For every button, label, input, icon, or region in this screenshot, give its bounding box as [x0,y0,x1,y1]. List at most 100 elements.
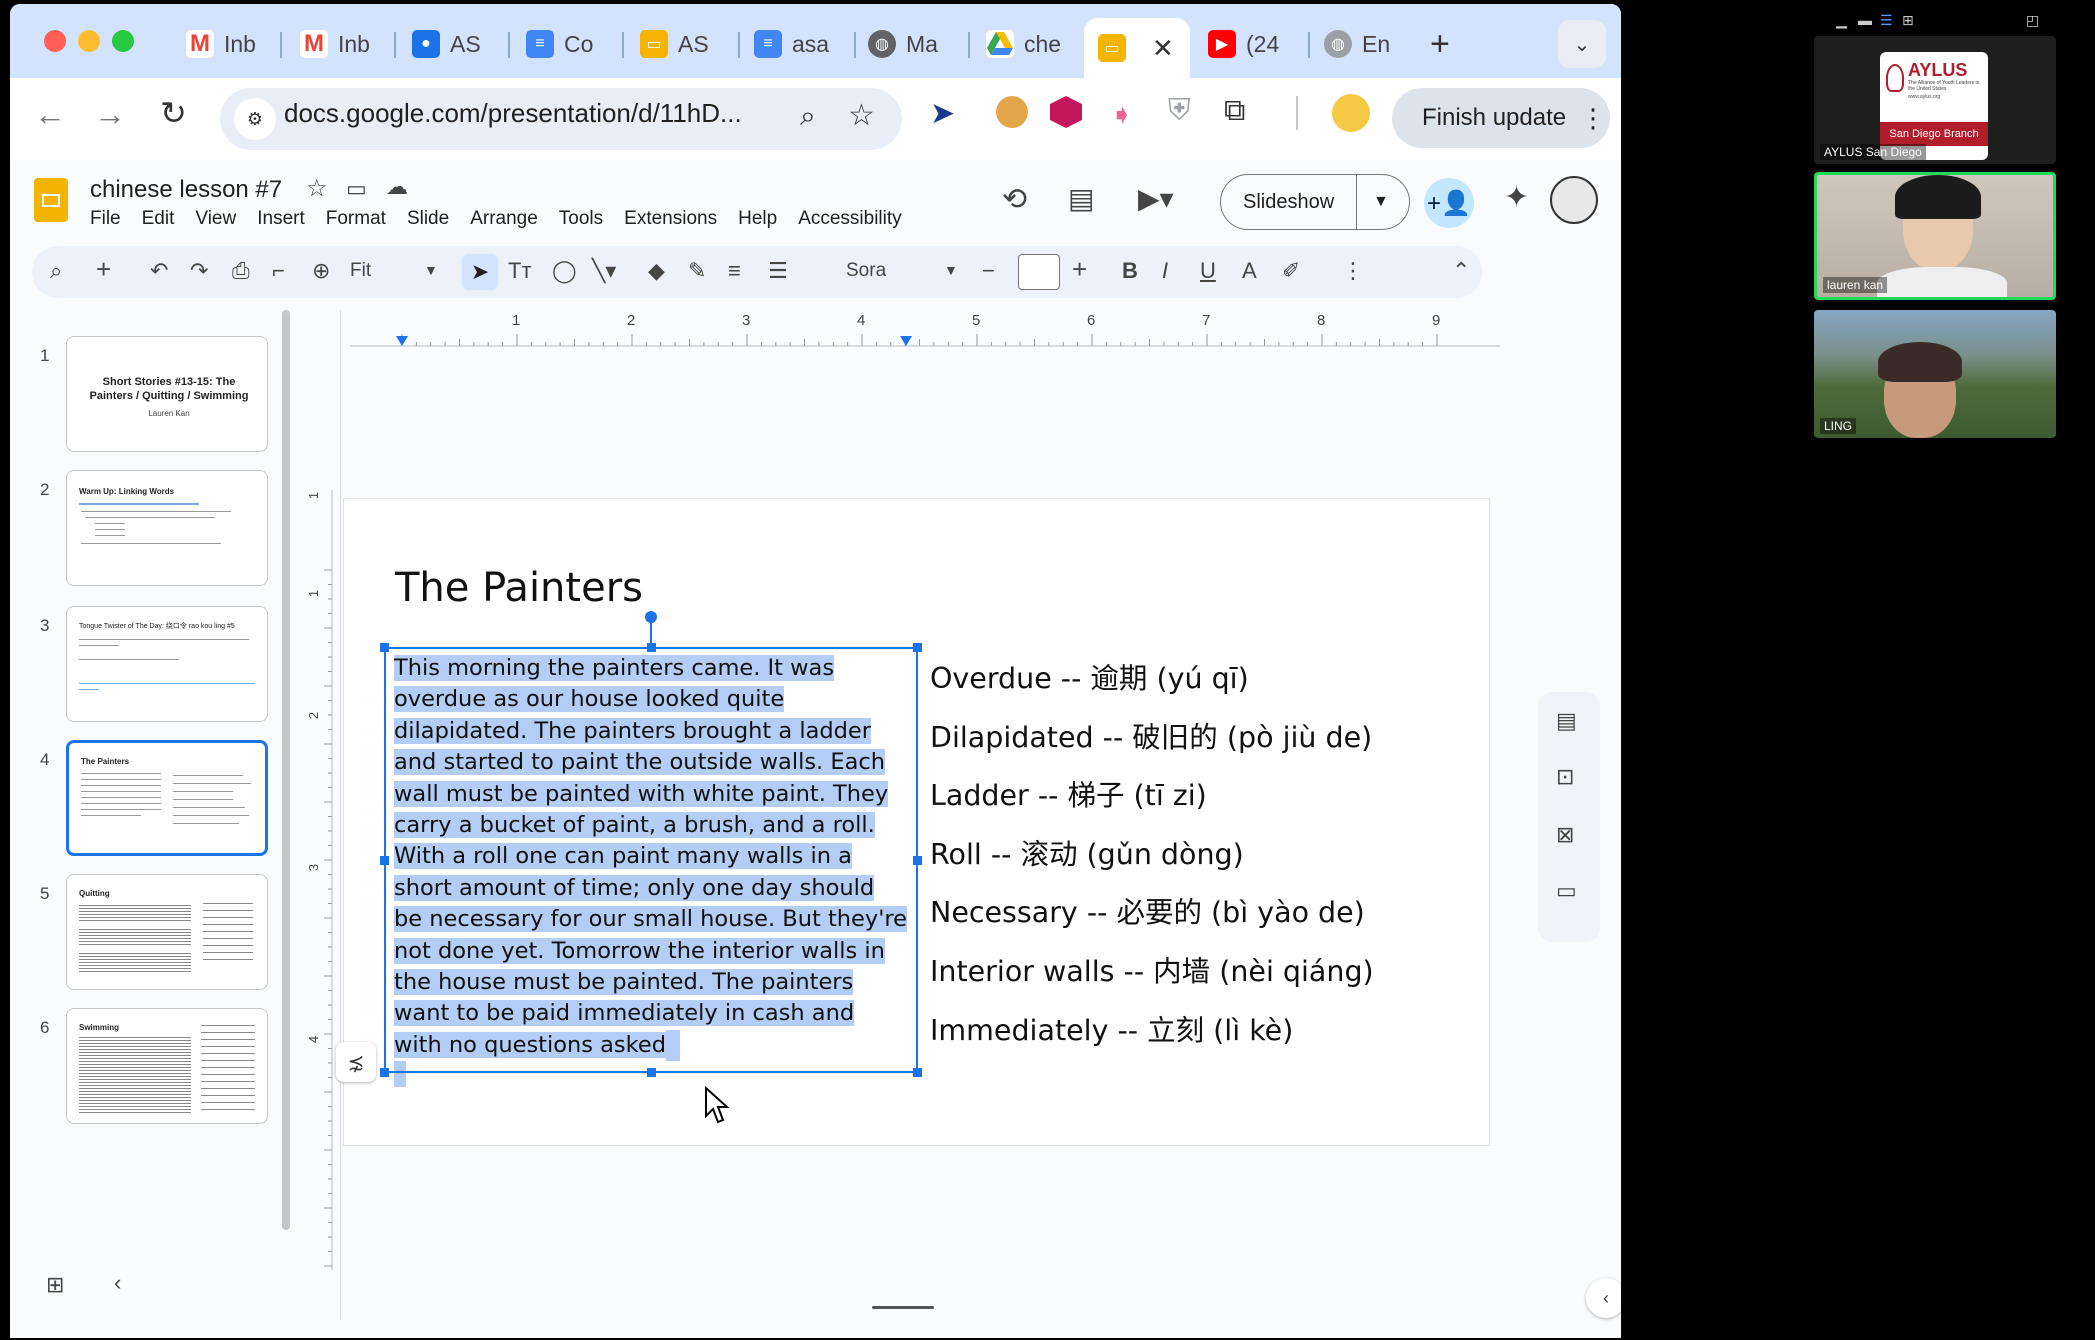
line-icon[interactable]: ╲▾ [592,258,616,284]
print-icon[interactable]: ⎙ [232,258,250,284]
speaker-view-icon[interactable]: ▬ [1858,12,1872,28]
tab-youtube[interactable]: ▶ (24 [1208,18,1279,70]
italic-icon[interactable]: I [1162,258,1168,284]
underline-icon[interactable]: U [1200,258,1216,284]
text-box-icon[interactable]: Tт [508,258,532,284]
tab-globe-2[interactable]: ◍ En [1324,18,1390,70]
menu-tools[interactable]: Tools [559,208,603,230]
resize-handle[interactable] [380,643,389,652]
extensions-puzzle-icon[interactable]: ⧉ [1224,94,1245,128]
body-text-box[interactable]: This morning the painters came. It was o… [380,611,922,1088]
menu-edit[interactable]: Edit [142,208,175,230]
border-weight-icon[interactable]: ≡ [728,258,741,284]
slide-thumbnail-6[interactable]: Swimming [66,1008,268,1124]
zoom-icon[interactable]: ⊕ [312,258,330,284]
slide-thumbnail-2[interactable]: Warm Up: Linking Words [66,470,268,586]
slide-thumbnail-5[interactable]: Quitting [66,874,268,990]
menu-arrange[interactable]: Arrange [470,208,538,230]
tab-drive[interactable]: che [986,18,1061,70]
tab-contacts[interactable]: ● AS [412,18,481,70]
highlight-color-icon[interactable]: ✐ [1282,258,1300,284]
reload-icon[interactable]: ↻ [160,94,187,132]
menu-slide[interactable]: Slide [407,208,449,230]
bookmark-star-icon[interactable]: ☆ [848,98,875,133]
border-dash-icon[interactable]: ☰ [768,258,788,284]
finish-update-button[interactable]: Finish update ⋮ [1392,88,1610,148]
tab-globe-1[interactable]: ◍ Ma [868,18,938,70]
bottom-drag-handle[interactable] [872,1306,934,1309]
video-tile-lauren[interactable]: lauren kan [1814,172,2056,300]
version-history-icon[interactable]: ⟲ [1002,182,1027,217]
rotate-handle[interactable] [645,611,657,623]
show-side-panel-icon[interactable]: ‹ [1586,1278,1621,1318]
new-slide-icon[interactable]: + [96,254,111,285]
font-dropdown-icon[interactable]: ▼ [944,262,958,278]
image-search-icon[interactable]: ⊠ [1556,822,1574,848]
menu-extensions[interactable]: Extensions [624,208,717,230]
zoom-window-button[interactable] [112,30,134,52]
slideshow-dropdown-icon[interactable]: ▼ [1357,193,1389,211]
profile-avatar-icon[interactable] [1332,94,1370,132]
extension-shield-icon[interactable]: ⛨ [1168,94,1191,128]
star-icon[interactable]: ☆ [306,174,328,203]
zoom-dropdown-icon[interactable]: ▼ [424,262,438,278]
close-window-button[interactable] [44,30,66,52]
zoom-icon[interactable]: ⌕ [800,100,816,133]
resize-handle[interactable] [913,643,922,652]
slide-thumbnail-4[interactable]: The Painters [66,740,268,856]
resize-handle[interactable] [380,856,389,865]
more-options-icon[interactable]: ⋮ [1342,258,1364,284]
menu-format[interactable]: Format [326,208,386,230]
font-select[interactable]: Sora [846,260,886,282]
back-icon[interactable]: ← [34,96,66,133]
forward-icon[interactable]: → [94,96,126,133]
folder-icon[interactable]: ▭ [1556,878,1577,904]
explore-icon[interactable]: ⊡ [1556,764,1574,790]
site-info-icon[interactable]: ⚙ [234,98,276,140]
slide-thumbnail-1[interactable]: Short Stories #13-15: The Painters / Qui… [66,336,268,452]
collapse-filmstrip-icon[interactable]: ‹ [114,1270,121,1296]
increase-font-size-icon[interactable]: + [1072,254,1087,285]
select-cursor-icon[interactable]: ➤ [462,254,498,290]
gallery-view-icon[interactable]: ⊞ [1902,12,1914,29]
resize-handle[interactable] [913,1068,922,1077]
tab-search-icon[interactable]: ⌄ [1558,20,1606,68]
tab-gmail-1[interactable]: M Inb [186,18,256,70]
vocabulary-list[interactable]: Overdue -- 逾期 (yú qī) Dilapidated -- 破旧的… [930,659,1374,1069]
slide-canvas[interactable]: The Painters This morning the painters c… [343,498,1490,1146]
format-options-icon[interactable]: ⋨ [336,1042,376,1082]
image-shape-icon[interactable]: ◯ [552,258,577,284]
tab-docs-1[interactable]: ≡ Co [526,18,593,70]
slide-title[interactable]: The Painters [395,565,643,611]
tab-close-icon[interactable]: ✕ [1152,33,1174,64]
strip-view-icon[interactable]: ☰ [1880,12,1893,29]
filmstrip-scrollbar[interactable] [282,310,290,1230]
bold-icon[interactable]: B [1122,258,1138,284]
share-add-person-icon[interactable]: +👤 [1424,178,1474,228]
new-tab-icon[interactable]: + [1430,18,1450,70]
minimize-window-button[interactable] [78,30,100,52]
menu-view[interactable]: View [195,208,236,230]
extension-arrow-icon[interactable]: ➧ [1110,98,1133,131]
video-tile-aylus[interactable]: AYLUS The Alliance of Youth Leaders in t… [1814,36,2056,164]
resize-handle[interactable] [913,856,922,865]
comments-icon[interactable]: ▤ [1068,182,1094,215]
tab-slides-1[interactable]: ▭ AS [640,18,709,70]
resize-handle[interactable] [647,643,656,652]
extension-cookie-icon[interactable] [996,96,1028,128]
collapse-toolbar-icon[interactable]: ⌃ [1452,258,1470,284]
minimize-icon[interactable]: ▁ [1836,12,1847,29]
move-folder-icon[interactable]: ▭ [346,176,367,202]
menu-file[interactable]: File [90,208,121,230]
font-size-input[interactable] [1018,254,1060,290]
tab-slides-active[interactable]: ▭ ✕ [1084,18,1190,78]
tab-docs-2[interactable]: ≡ asa [754,18,829,70]
video-tile-ling[interactable]: LING [1814,310,2056,438]
resize-handle[interactable] [647,1068,656,1077]
extension-cursor-icon[interactable]: ➤ [930,96,955,131]
menu-help[interactable]: Help [738,208,777,230]
search-menus-icon[interactable]: ⌕ [50,258,62,284]
border-color-icon[interactable]: ✎ [688,258,706,284]
paint-format-icon[interactable]: ⌐ [272,258,285,284]
resize-handle[interactable] [380,1068,389,1077]
